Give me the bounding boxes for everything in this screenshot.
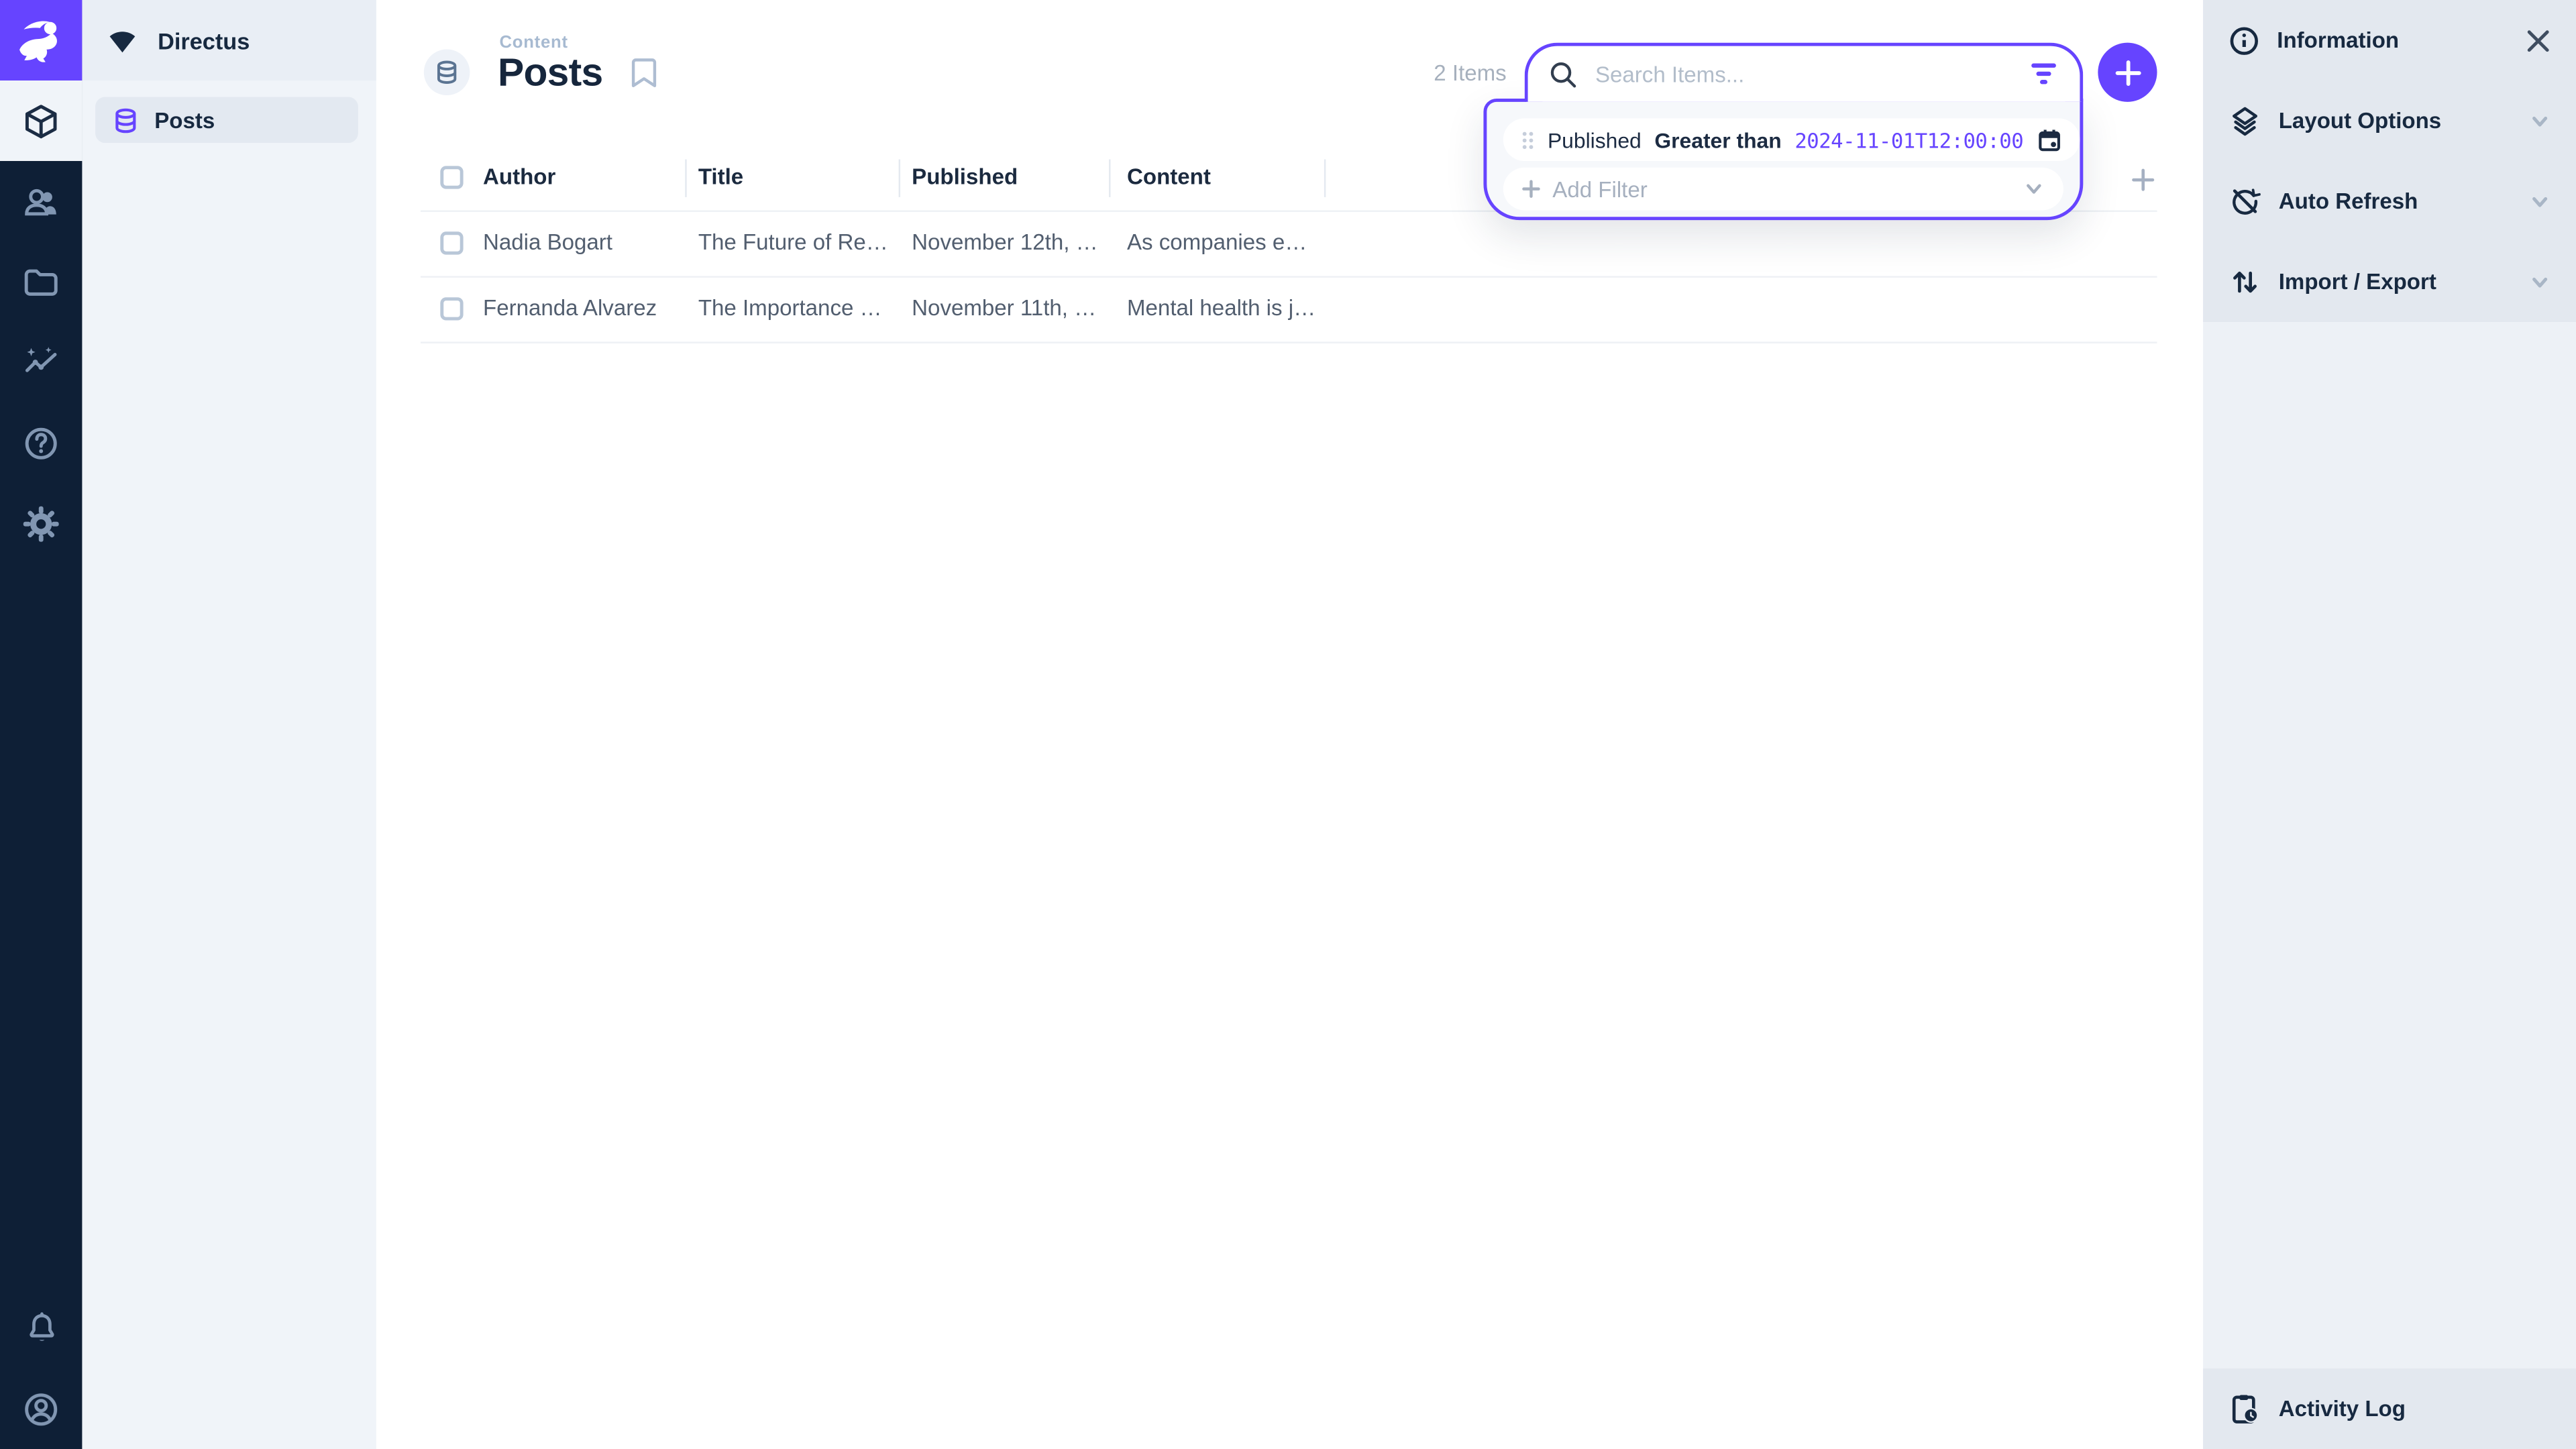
chevron-down-icon [2023,177,2045,200]
search-input[interactable] [1592,60,2031,88]
filter-panel: Published Greater than 2024-11-01T12:00:… [1483,99,2083,220]
sidebar-section-layout-options[interactable]: Layout Options [2203,80,2576,161]
insights-icon [21,343,61,382]
sidebar-sections: Information Layout Options [2203,0,2576,322]
column-header-published[interactable]: Published [912,166,1018,189]
module-settings[interactable] [0,483,82,564]
notifications-button[interactable] [0,1288,82,1368]
layers-icon [2229,105,2261,137]
row-divider [421,341,2157,343]
cell-title: The Importance … [698,297,892,320]
drag-handle-icon[interactable] [1521,129,1535,150]
refresh-off-icon [2229,186,2261,217]
select-all-checkbox[interactable] [440,166,463,189]
import-export-icon [2229,266,2261,298]
column-header-content[interactable]: Content [1127,166,1211,189]
calendar-icon[interactable] [2037,127,2061,152]
column-divider [899,160,900,197]
module-user-directory[interactable] [0,161,82,241]
sidebar-item-posts[interactable]: Posts [95,97,358,143]
chevron-down-icon [2528,190,2551,213]
collection-avatar [424,49,470,95]
cell-content: Mental health is j… [1127,297,1321,320]
app: Directus Posts Content Posts [0,0,2576,1449]
activity-log-icon [2229,1393,2261,1425]
sidebar-section-information[interactable]: Information [2203,0,2576,80]
database-icon [434,59,460,85]
module-docs[interactable] [0,402,82,483]
account-icon [21,1389,61,1429]
column-header-title[interactable]: Title [698,166,743,189]
sidebar-item-label: Posts [154,107,215,132]
sidebar-section-label: Layout Options [2279,109,2441,133]
column-divider [1324,160,1326,197]
row-checkbox[interactable] [440,231,463,254]
sidebar-section-auto-refresh[interactable]: Auto Refresh [2203,161,2576,241]
cell-content: As companies e… [1127,231,1321,254]
activity-log-button[interactable]: Activity Log [2203,1368,2576,1449]
cell-author: Nadia Bogart [483,231,677,254]
filter-value[interactable]: 2024-11-01T12:00:00 [1794,127,2023,152]
cell-published: November 11th, … [912,297,1102,320]
plus-icon [2114,58,2142,87]
page-title: Posts [498,51,602,97]
folder-icon [21,262,61,302]
directus-rabbit-logo-icon [11,11,70,70]
filter-rule[interactable]: Published Greater than 2024-11-01T12:00:… [1503,118,2080,161]
module-insights[interactable] [0,322,82,402]
add-item-button[interactable] [2098,43,2157,102]
filter-icon[interactable] [2031,62,2057,85]
row-divider [421,276,2157,277]
right-sidebar: Information Layout Options [2203,0,2576,1449]
chevron-down-icon [2528,270,2551,293]
sidebar-section-import-export[interactable]: Import / Export [2203,241,2576,322]
account-button[interactable] [0,1368,82,1449]
activity-log-label: Activity Log [2279,1397,2406,1421]
breadcrumb: Content [499,33,568,52]
items-count: 2 Items [1314,61,1507,86]
filter-operator[interactable]: Greater than [1654,127,1781,152]
sidebar-section-label: Information [2277,28,2399,53]
users-icon [21,182,61,221]
column-divider [685,160,686,197]
close-icon[interactable] [2525,27,2551,53]
cell-title: The Future of Re… [698,231,892,254]
add-filter-label: Add Filter [1552,176,1648,201]
project-name: Directus [158,27,250,53]
info-icon [2229,25,2259,55]
bell-icon [22,1309,60,1347]
module-content[interactable] [0,80,82,161]
filter-field[interactable]: Published [1548,127,1642,152]
cell-published: November 12th, … [912,231,1102,254]
plus-icon [1521,179,1541,199]
search-bar [1525,43,2084,102]
box-icon [21,101,61,141]
add-filter-button[interactable]: Add Filter [1503,168,2063,211]
sidebar-section-label: Auto Refresh [2279,189,2418,214]
project-header[interactable]: Directus [82,0,376,80]
wifi-icon [105,23,140,57]
module-file-library[interactable] [0,241,82,322]
column-divider [1109,160,1110,197]
help-icon [21,423,61,463]
bookmark-icon[interactable] [631,58,657,89]
gear-icon [21,504,61,543]
sidebar-section-label: Import / Export [2279,270,2436,294]
directus-logo-button[interactable] [0,0,82,80]
navigation-sidebar: Directus Posts [82,0,376,1449]
column-header-author[interactable]: Author [483,166,555,189]
cell-author: Fernanda Alvarez [483,297,677,320]
add-column-button[interactable] [2129,166,2155,192]
chevron-down-icon [2528,109,2551,132]
plus-icon [2130,167,2155,192]
database-icon [112,106,140,134]
row-checkbox[interactable] [440,297,463,320]
search-icon [1548,58,1579,90]
module-bar [0,0,82,1449]
